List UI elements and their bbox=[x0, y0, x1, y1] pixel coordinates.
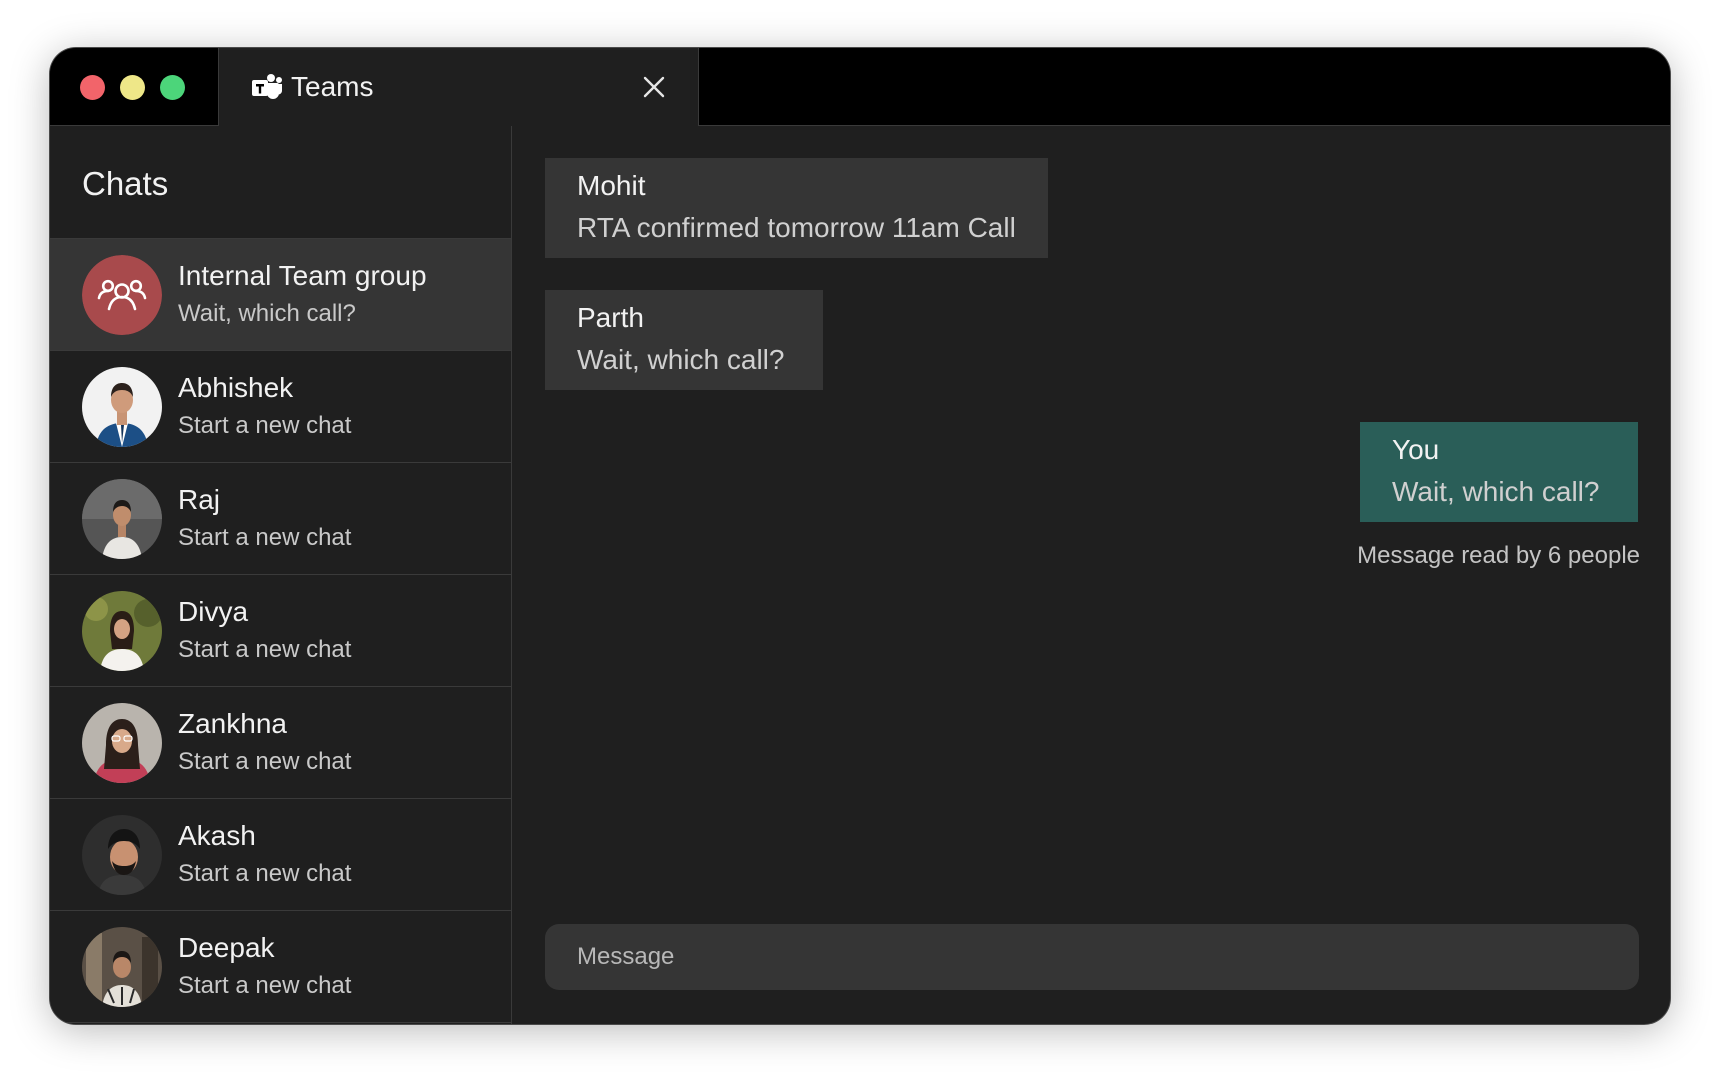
chat-item-zankhna[interactable]: Zankhna Start a new chat bbox=[50, 687, 511, 799]
message-sender: You bbox=[1392, 434, 1440, 465]
message-text: RTA confirmed tomorrow 11am Call bbox=[577, 212, 1016, 243]
tab-teams[interactable]: Teams bbox=[218, 48, 699, 126]
chat-name: Internal Team group bbox=[178, 260, 427, 291]
read-receipt: Message read by 6 people bbox=[1357, 542, 1640, 569]
tab-title: Teams bbox=[291, 71, 374, 102]
window-controls bbox=[80, 75, 185, 100]
person-photo bbox=[82, 815, 162, 895]
message-text: Wait, which call? bbox=[1392, 476, 1600, 507]
chat-preview: Start a new chat bbox=[178, 636, 352, 663]
chat-item-raj[interactable]: Raj Start a new chat bbox=[50, 463, 511, 575]
teams-icon bbox=[252, 74, 282, 99]
chat-name: Raj bbox=[178, 484, 221, 515]
maximize-window-button[interactable] bbox=[160, 75, 185, 100]
avatar bbox=[82, 927, 162, 1007]
chat-sidebar: Chats Internal Team group Wait, which ca… bbox=[50, 126, 512, 1024]
close-icon[interactable] bbox=[639, 72, 669, 102]
sidebar-title: Chats bbox=[82, 165, 169, 202]
conversation-pane: Mohit RTA confirmed tomorrow 11am Call P… bbox=[512, 126, 1670, 1024]
avatar bbox=[82, 591, 162, 671]
chat-preview: Start a new chat bbox=[178, 524, 352, 551]
chat-item-deepak[interactable]: Deepak Start a new chat bbox=[50, 911, 511, 1023]
chat-item-akash[interactable]: Akash Start a new chat bbox=[50, 799, 511, 911]
avatar bbox=[82, 367, 162, 447]
chat-preview: Start a new chat bbox=[178, 972, 352, 999]
person-photo bbox=[82, 479, 162, 559]
message-sender: Parth bbox=[577, 302, 644, 333]
chat-name: Divya bbox=[178, 596, 249, 627]
app-window: Teams Chats Internal Team group Wait, wh… bbox=[50, 48, 1670, 1024]
person-photo bbox=[82, 367, 162, 447]
chat-preview: Start a new chat bbox=[178, 748, 352, 775]
chat-preview: Start a new chat bbox=[178, 860, 352, 887]
message-bubble: Parth Wait, which call? bbox=[545, 290, 823, 390]
avatar bbox=[82, 479, 162, 559]
chat-name: Akash bbox=[178, 820, 256, 851]
close-window-button[interactable] bbox=[80, 75, 105, 100]
message-bubble: Mohit RTA confirmed tomorrow 11am Call bbox=[545, 158, 1048, 258]
chat-preview: Wait, which call? bbox=[178, 300, 356, 327]
chat-name: Zankhna bbox=[178, 708, 287, 739]
chat-item-internal-team-group[interactable]: Internal Team group Wait, which call? bbox=[50, 239, 511, 351]
chat-item-abhishek[interactable]: Abhishek Start a new chat bbox=[50, 351, 511, 463]
own-message-bubble: You Wait, which call? bbox=[1360, 422, 1638, 522]
chat-name: Abhishek bbox=[178, 372, 294, 403]
group-icon bbox=[82, 255, 162, 335]
sidebar-header: Chats bbox=[50, 126, 511, 239]
avatar bbox=[82, 815, 162, 895]
group-avatar bbox=[82, 255, 162, 335]
minimize-window-button[interactable] bbox=[120, 75, 145, 100]
message-text: Wait, which call? bbox=[577, 344, 785, 375]
message-input[interactable] bbox=[545, 924, 1639, 990]
title-bar: Teams bbox=[50, 48, 1670, 126]
chat-item-divya[interactable]: Divya Start a new chat bbox=[50, 575, 511, 687]
chat-preview: Start a new chat bbox=[178, 412, 352, 439]
message-sender: Mohit bbox=[577, 170, 646, 201]
chat-name: Deepak bbox=[178, 932, 275, 963]
person-photo bbox=[82, 927, 162, 1007]
person-photo bbox=[82, 703, 162, 783]
avatar bbox=[82, 703, 162, 783]
person-photo bbox=[82, 591, 162, 671]
